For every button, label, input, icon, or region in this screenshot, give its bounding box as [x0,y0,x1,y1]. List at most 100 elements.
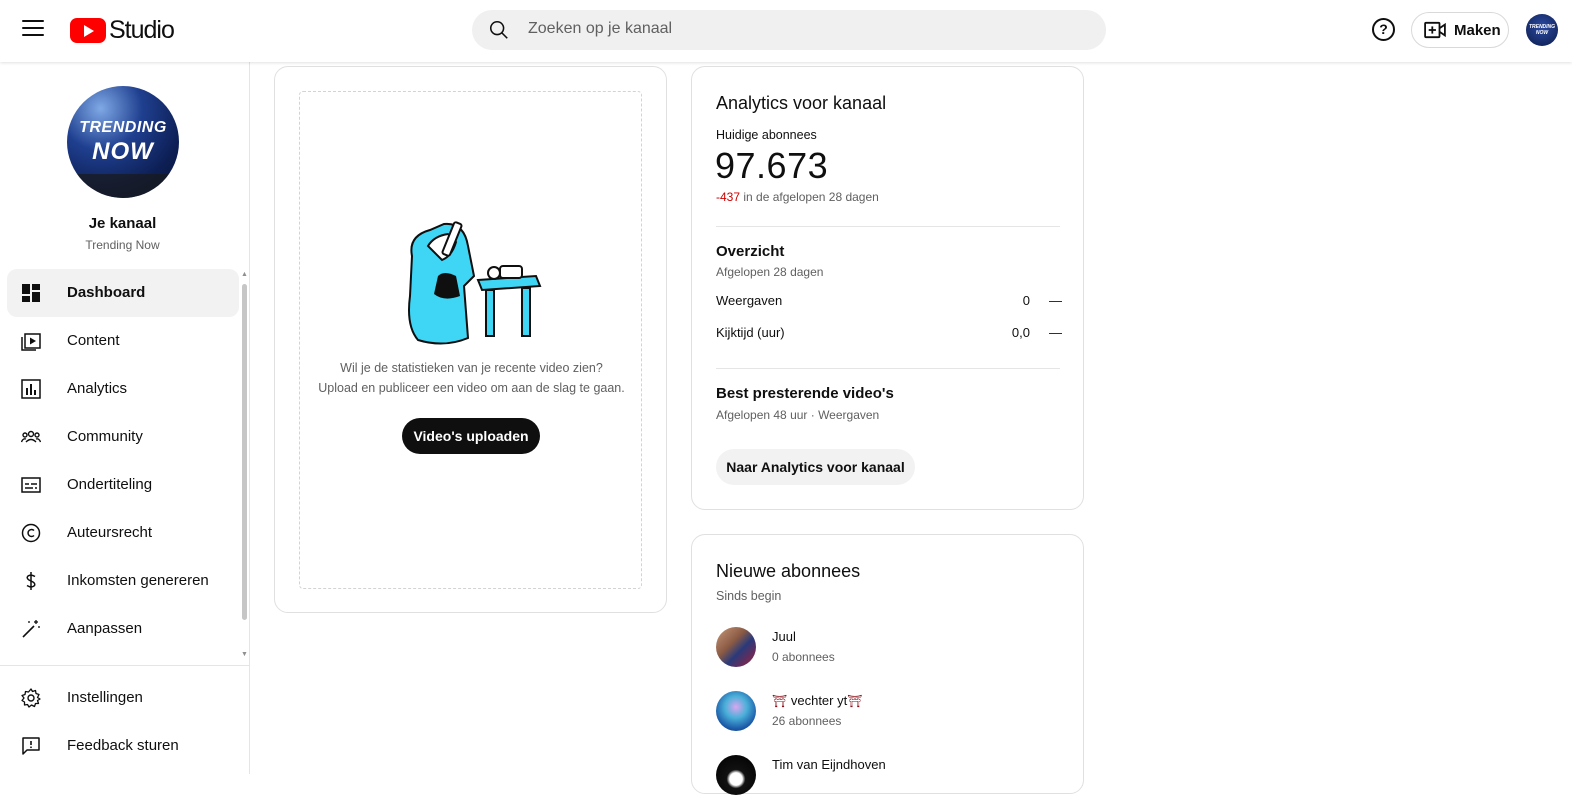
scroll-down-arrow[interactable]: ▼ [241,651,248,658]
sidebar-bottom-nav: Instellingen Feedback sturen [7,674,239,770]
sidebar-item-label: Analytics [67,380,128,397]
video-illustration [408,221,542,345]
top-bar: Studio ? Maken TRENDING NOW [0,0,1572,62]
community-icon [21,430,41,443]
search-input[interactable] [528,20,1088,38]
search-icon[interactable] [488,19,510,41]
subtitles-icon [21,477,41,493]
sidebar: TRENDING NOW Je kanaal Trending Now Dash… [0,62,250,774]
channel-avatar[interactable]: TRENDING NOW [67,86,179,198]
avatar[interactable] [716,755,756,795]
new-subscribers-title: Nieuwe abonnees [716,561,861,581]
overview-title: Overzicht [716,243,785,260]
scroll-up-arrow[interactable]: ▲ [241,271,248,278]
youtube-play-icon [70,17,106,43]
logo-text: Studio [109,15,175,44]
sidebar-item-content[interactable]: Content [7,317,239,365]
sidebar-item-label: Ondertiteling [67,476,153,493]
views-trend: — [1049,293,1062,308]
copyright-icon [21,523,41,543]
sidebar-item-subtitles[interactable]: Ondertiteling [7,461,239,509]
upload-hint-line1: Wil je de statistieken van je recente vi… [340,361,603,375]
analytics-title: Analytics voor kanaal [716,93,887,113]
studio-logo[interactable]: Studio [70,15,175,44]
sidebar-item-community[interactable]: Community [7,413,239,461]
new-subscribers-period: Sinds begin [716,589,782,603]
subscriber-count: 26 abonnees [772,714,842,728]
subscriber-name[interactable]: Juul [772,629,796,644]
help-icon[interactable]: ? [1372,18,1395,41]
sidebar-nav: Dashboard Content Analytics Community On… [7,269,239,653]
sidebar-item-feedback[interactable]: Feedback sturen [7,722,239,770]
torii-icon: ⛩ [772,694,788,708]
avatar[interactable] [716,691,756,731]
sidebar-item-label: Aanpassen [67,620,143,637]
list-item: Juul 0 abonnees [716,627,1056,671]
sidebar-item-label: Inkomsten genereren [67,572,209,589]
sidebar-divider [0,665,249,666]
sidebar-item-settings[interactable]: Instellingen [7,674,239,722]
upload-hint: Wil je de statistieken van je recente vi… [300,358,643,398]
channel-avatar-line2: NOW [92,138,154,165]
upload-card: Wil je de statistieken van je recente vi… [274,66,667,613]
views-label: Weergaven [716,293,783,308]
sidebar-item-earn[interactable]: Inkomsten genereren [7,557,239,605]
avatar[interactable] [716,627,756,667]
subscriber-count: 0 abonnees [772,650,835,664]
upload-hint-line2: Upload en publiceer een video om aan de … [318,381,625,395]
views-value: 0 [1022,293,1030,308]
create-label: Maken [1454,21,1501,39]
feedback-icon [22,737,40,755]
upload-videos-button[interactable]: Video's uploaden [402,418,540,454]
channel-avatar-line1: TRENDING [79,119,167,136]
sidebar-item-label: Content [67,332,120,349]
subscriber-name[interactable]: ⛩ vechter yt⛩ [772,693,862,708]
sidebar-item-customize[interactable]: Aanpassen [7,605,239,653]
magic-wand-icon [22,620,40,638]
upload-dropzone: Wil je de statistieken van je recente vi… [299,91,642,589]
account-avatar[interactable]: TRENDING NOW [1526,14,1558,46]
dashboard-icon [22,284,40,302]
sidebar-item-label: Feedback sturen [67,737,179,754]
create-button[interactable]: Maken [1411,12,1509,48]
sidebar-item-analytics[interactable]: Analytics [7,365,239,413]
new-subscribers-card: Nieuwe abonnees Sinds begin Juul 0 abonn… [691,534,1084,795]
torii-icon: ⛩ [847,694,863,708]
menu-icon[interactable] [22,20,44,38]
divider [716,368,1060,369]
list-item: ⛩ vechter yt⛩ 26 abonnees [716,691,1056,735]
channel-analytics-card: Analytics voor kanaal Huidige abonnees 9… [691,66,1084,510]
subscribers-count: 97.673 [715,145,829,186]
channel-title: Je kanaal [88,215,157,232]
subscribers-delta: -437 in de afgelopen 28 dagen [716,190,879,204]
go-to-analytics-button[interactable]: Naar Analytics voor kanaal [716,449,915,485]
sidebar-item-label: Auteursrecht [67,524,153,541]
video-add-icon [1424,21,1446,39]
subscriber-name[interactable]: Tim van Eijndhoven [772,757,886,772]
top-videos-period: Afgelopen 48 uur · Weergaven [716,408,880,422]
gear-icon [21,688,41,708]
search-bar [472,10,1106,50]
watchtime-trend: — [1049,325,1062,340]
sidebar-item-dashboard[interactable]: Dashboard [7,269,239,317]
channel-name: Trending Now [85,238,160,252]
sidebar-scrollbar[interactable] [242,284,247,620]
sidebar-item-copyright[interactable]: Auteursrecht [7,509,239,557]
sidebar-item-label: Dashboard [67,284,146,301]
sidebar-item-label: Community [67,428,143,445]
subscriber-name-text: vechter yt [790,693,848,708]
sidebar-item-label: Instellingen [67,689,143,706]
top-videos-title: Best presterende video's [716,385,894,402]
channel-avatar-band [67,174,179,198]
delta-value: -437 [716,190,741,204]
analytics-icon [21,379,41,399]
overview-period: Afgelopen 28 dagen [716,265,824,279]
subscribers-label: Huidige abonnees [716,128,817,142]
watchtime-value: 0,0 [1011,325,1030,340]
divider [716,226,1060,227]
list-item: Tim van Eijndhoven [716,755,1056,799]
dollar-icon [26,572,36,590]
delta-text: in de afgelopen 28 dagen [740,190,879,204]
watchtime-label: Kijktijd (uur) [716,325,785,340]
content-icon [21,333,41,351]
